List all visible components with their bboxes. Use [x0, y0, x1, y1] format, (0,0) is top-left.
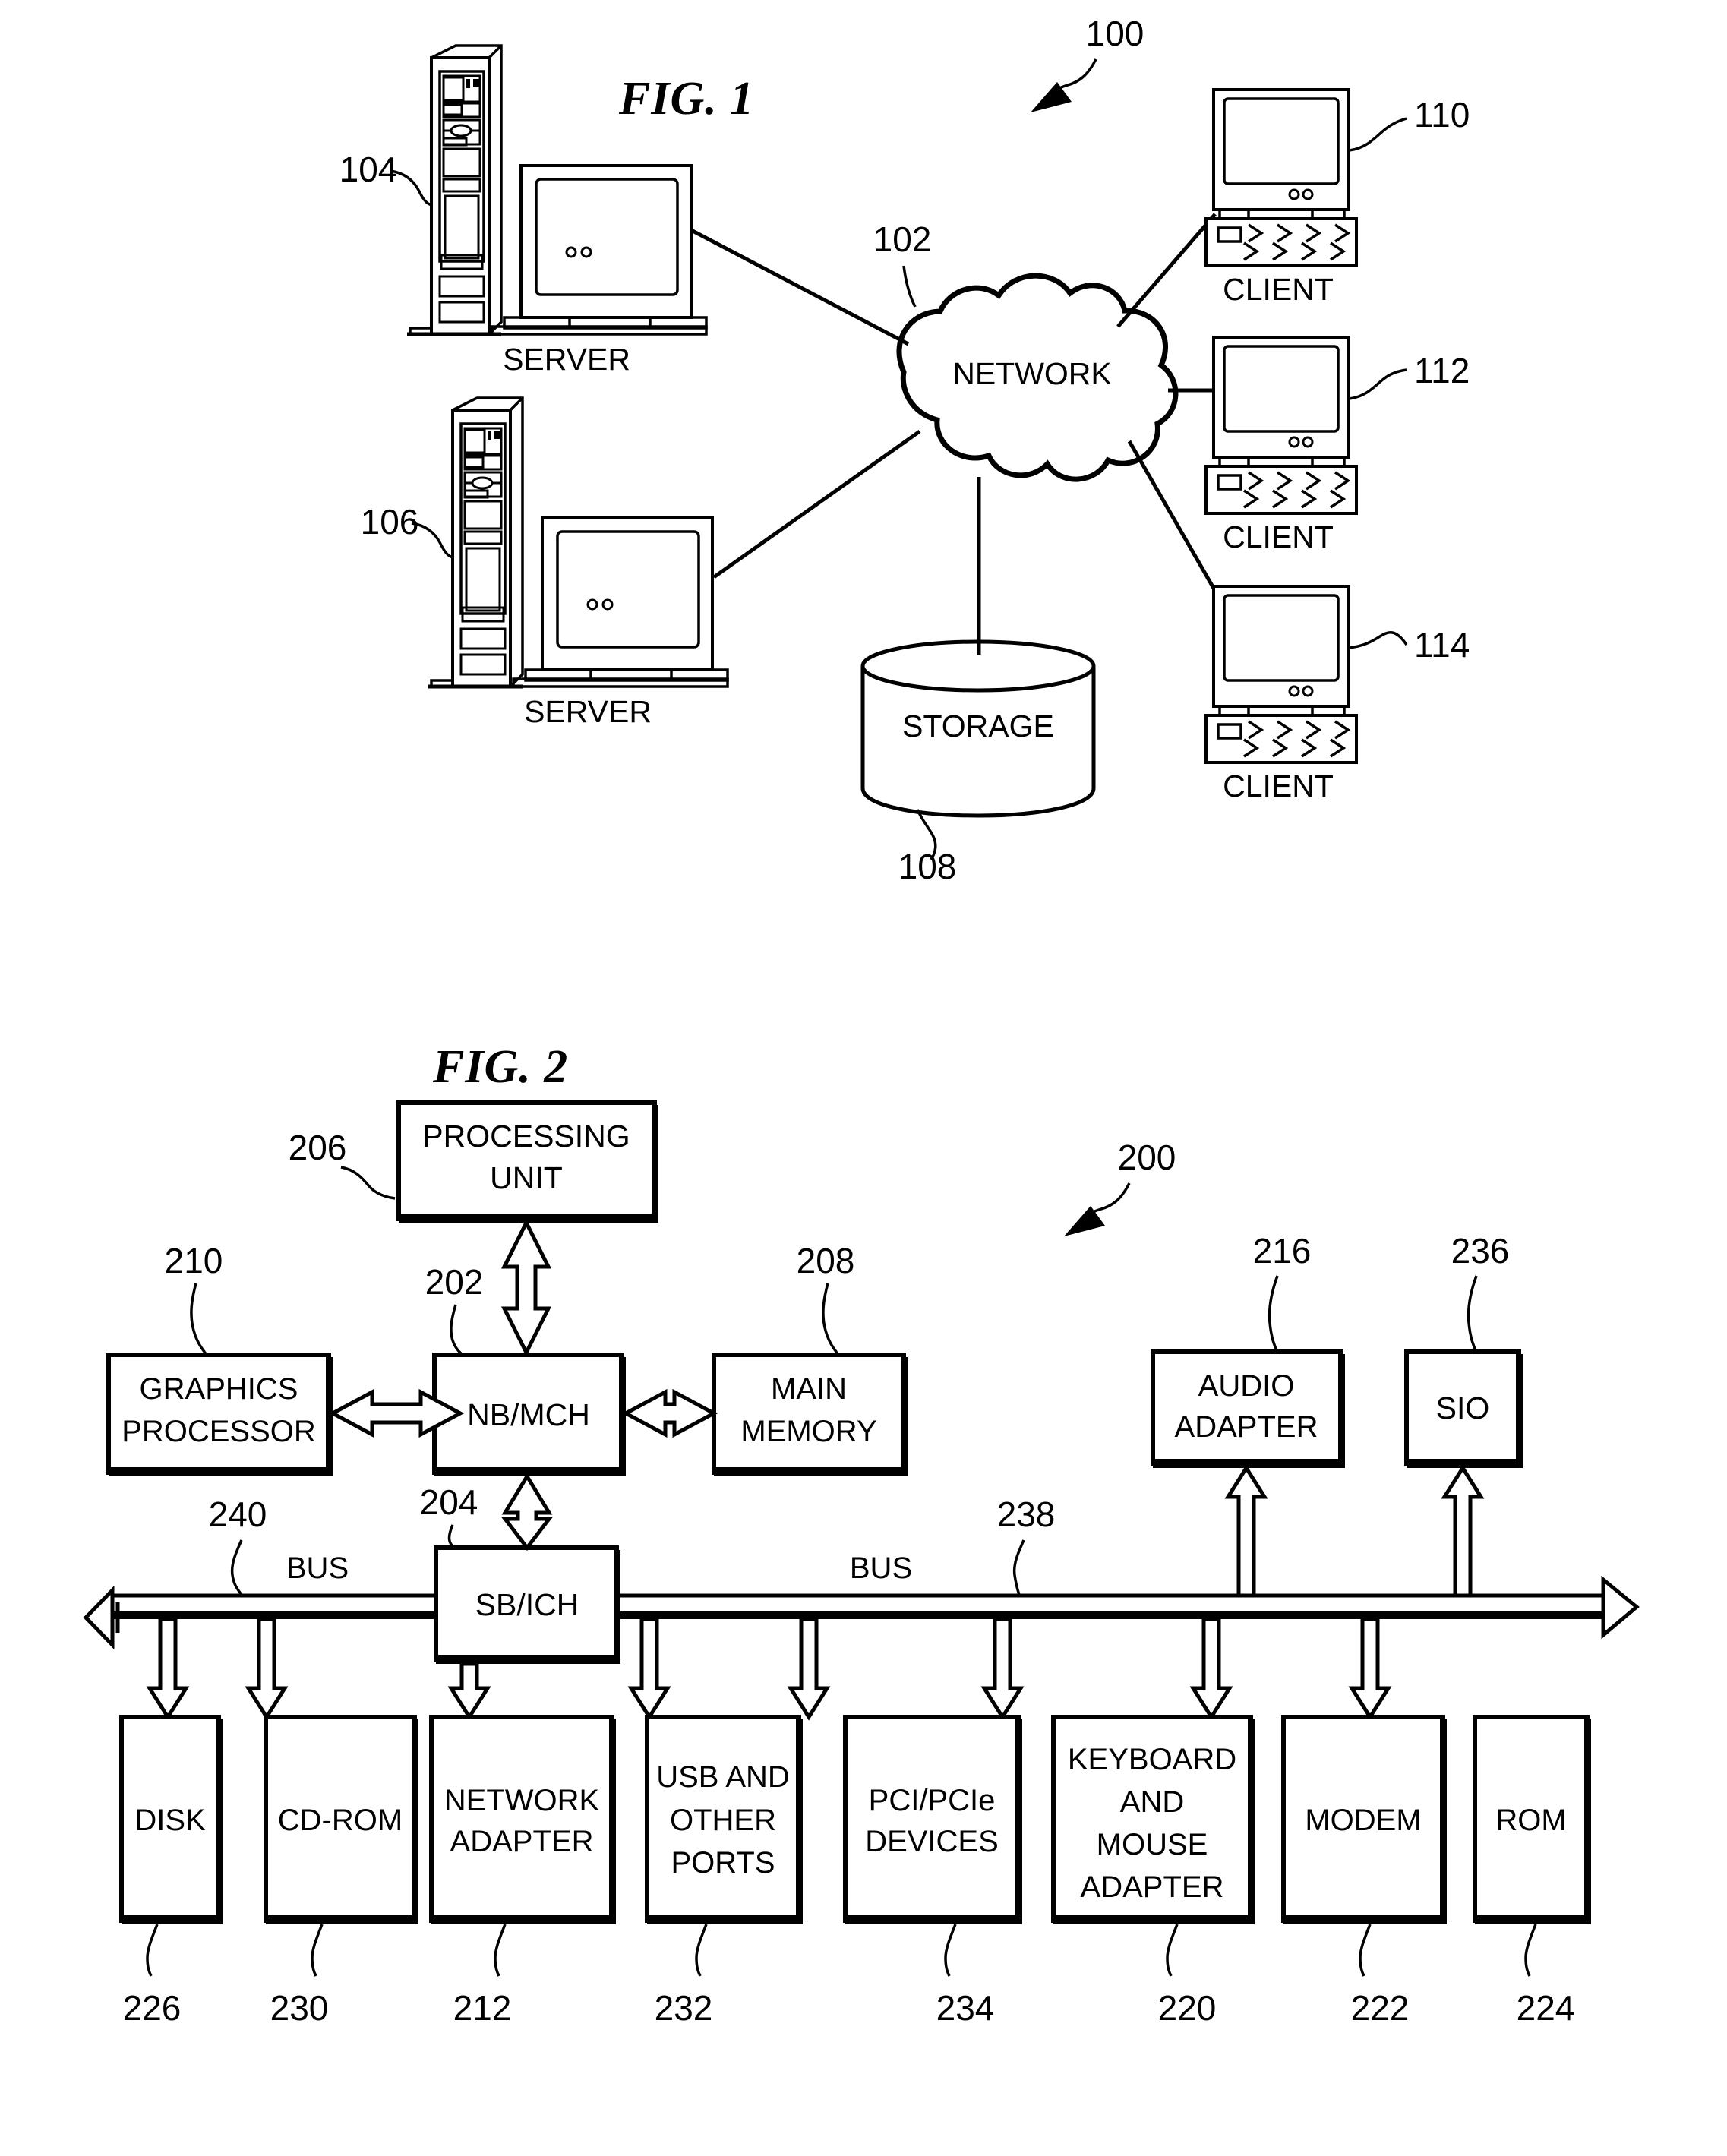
device-label-kbm-line1: KEYBOARD	[1068, 1743, 1236, 1776]
ref-230-label: 230	[270, 1988, 329, 2028]
device-box-rom: ROM 224	[1473, 1715, 1591, 2028]
ref-202-label: 202	[425, 1262, 484, 1302]
ref-110-label: 110	[1414, 95, 1470, 134]
ref-100-label: 100	[1086, 14, 1144, 53]
ref-108-label: 108	[898, 847, 957, 886]
nb-mch-label: NB/MCH	[467, 1397, 590, 1432]
device-label-pci-line1: PCI/PCIe	[869, 1784, 996, 1817]
device-box-modem: MODEM 222	[1281, 1715, 1447, 2028]
device-box-pci-devices: PCI/PCIe DEVICES 234	[843, 1715, 1022, 2028]
device-label-disk: DISK	[134, 1804, 206, 1837]
ref-106-label: 106	[361, 502, 419, 541]
audio-adapter-box-group: AUDIO ADAPTER 216	[1151, 1231, 1345, 1468]
bus-branch-arrows	[146, 1617, 1392, 1721]
main-memory-box-group: MAIN MEMORY 208	[712, 1241, 908, 1476]
processing-unit-label-line2: UNIT	[490, 1160, 563, 1195]
audio-adapter-label-line2: ADAPTER	[1175, 1410, 1318, 1444]
figure-1-network-diagram: FIG. 1 100 SERVER 104 SERVER 106 NETWORK…	[83, 14, 1640, 2028]
processing-unit-box-group: PROCESSING UNIT 206	[289, 1100, 658, 1223]
bus-right-label: BUS	[850, 1551, 912, 1585]
nbmch-mainmemory-double-arrow	[621, 1388, 718, 1438]
device-label-rom: ROM	[1495, 1804, 1566, 1837]
figure-2-title: FIG. 2	[432, 1041, 568, 1093]
ref-224-label: 224	[1517, 1988, 1575, 2028]
network-cloud-group: NETWORK 102	[873, 219, 1179, 482]
ref-220-label: 220	[1158, 1988, 1217, 2028]
ref-204-label: 204	[420, 1482, 478, 1522]
ref-210-label: 210	[165, 1241, 223, 1280]
server-106-caption: SERVER	[524, 694, 652, 729]
client-110-caption: CLIENT	[1223, 272, 1334, 307]
ref-112-label: 112	[1414, 351, 1470, 390]
device-label-pci-line2: DEVICES	[865, 1825, 999, 1858]
client-112-caption: CLIENT	[1223, 519, 1334, 554]
client-114-group: CLIENT 114	[1204, 585, 1470, 803]
device-label-kbm-line4: ADAPTER	[1081, 1870, 1224, 1904]
device-box-network-adapter: NETWORK ADAPTER 212	[429, 1715, 616, 2028]
ref-114-label: 114	[1414, 625, 1470, 664]
ref-102-label: 102	[873, 219, 932, 259]
figure-1-title: FIG. 1	[618, 73, 754, 125]
ref-226-label: 226	[123, 1988, 182, 2028]
device-box-keyboard-mouse-adapter: KEYBOARD AND MOUSE ADAPTER 220	[1051, 1715, 1255, 2028]
device-label-kbm-line2: AND	[1120, 1785, 1184, 1819]
audio-adapter-label-line1: AUDIO	[1198, 1369, 1295, 1403]
server-104-caption: SERVER	[503, 342, 630, 377]
main-memory-label-line2: MEMORY	[740, 1415, 876, 1448]
ref-236-label: 236	[1451, 1231, 1510, 1271]
client-114-caption: CLIENT	[1223, 769, 1334, 803]
ref-240-label: 240	[209, 1495, 267, 1534]
client-110-group: CLIENT 110	[1204, 88, 1470, 307]
device-label-network-adapter-line2: ADAPTER	[450, 1825, 594, 1858]
server-106-group: SERVER 106	[361, 396, 729, 729]
ref-234-label: 234	[936, 1988, 995, 2028]
device-label-cdrom: CD-ROM	[278, 1804, 403, 1837]
patent-drawing-sheet: FIG. 1 100 SERVER 104 SERVER 106 NETWORK…	[0, 0, 1727, 2156]
graphics-processor-box-group: GRAPHICS PROCESSOR 210	[106, 1241, 333, 1476]
sb-ich-label: SB/ICH	[475, 1587, 579, 1622]
storage-cylinder-group: STORAGE 108	[860, 639, 1096, 886]
device-box-cdrom: CD-ROM 230	[264, 1715, 418, 2028]
processing-unit-label-line1: PROCESSING	[422, 1119, 630, 1154]
device-label-modem: MODEM	[1305, 1804, 1421, 1837]
bus-upward-arrows	[1224, 1464, 1485, 1598]
ref-222-label: 222	[1351, 1988, 1410, 2028]
storage-label: STORAGE	[902, 709, 1054, 743]
device-label-usb-line1: USB AND	[656, 1760, 790, 1794]
nb-mch-box-group: NB/MCH	[432, 1353, 626, 1476]
ref-208-label: 208	[797, 1241, 855, 1280]
ref-232-label: 232	[655, 1988, 713, 2028]
client-112-group: CLIENT 112	[1204, 336, 1470, 554]
sio-box-group: SIO 236	[1404, 1231, 1523, 1468]
pu-nbmch-double-arrow: 202	[425, 1218, 552, 1359]
main-memory-label-line1: MAIN	[771, 1372, 847, 1406]
ref-104-label: 104	[339, 150, 398, 189]
ref-206-label: 206	[289, 1128, 347, 1167]
ref-216-label: 216	[1253, 1231, 1312, 1271]
sio-label: SIO	[1436, 1391, 1490, 1425]
device-label-kbm-line3: MOUSE	[1097, 1828, 1208, 1861]
graphics-processor-label-line2: PROCESSOR	[122, 1415, 316, 1448]
graphics-processor-label-line1: GRAPHICS	[140, 1372, 298, 1406]
system-bus-group: BUS 240 BUS 238	[83, 1495, 1640, 1650]
device-label-usb-line3: PORTS	[671, 1846, 775, 1880]
bus-left-label: BUS	[286, 1551, 349, 1585]
ref-212-label: 212	[453, 1988, 512, 2028]
ref-200-label: 200	[1118, 1138, 1176, 1177]
ref-238-label: 238	[997, 1495, 1056, 1534]
device-box-disk: DISK 226	[119, 1715, 223, 2028]
device-label-usb-line2: OTHER	[670, 1804, 776, 1837]
device-box-usb-ports: USB AND OTHER PORTS 232	[645, 1715, 803, 2028]
device-label-network-adapter-line1: NETWORK	[444, 1784, 600, 1817]
network-cloud-label: NETWORK	[952, 356, 1112, 391]
nbmch-sbich-double-arrow	[500, 1473, 554, 1551]
